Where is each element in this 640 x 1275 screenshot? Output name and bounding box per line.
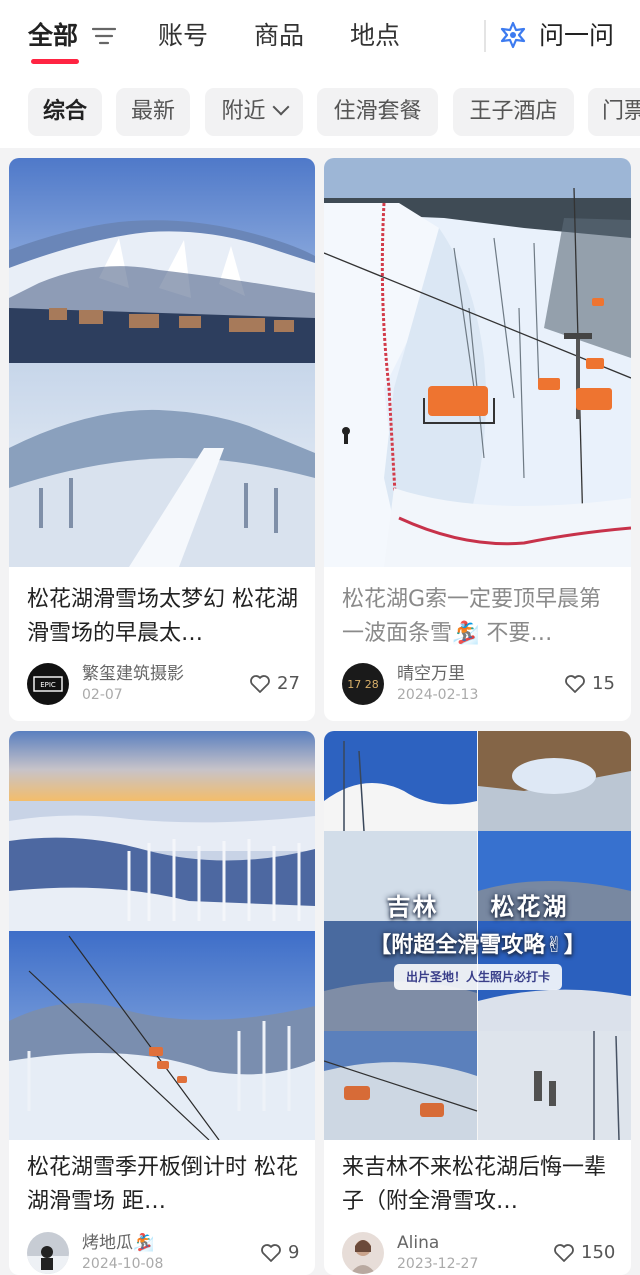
post-card[interactable]: 松花湖G索一定要顶早晨第一波面条雪🏂 不要… 17 28 晴空万里 2024-0… (324, 158, 631, 721)
chip-label: 附近 (221, 99, 266, 124)
like-count: 9 (288, 1242, 300, 1263)
tab-accounts[interactable]: 账号 (158, 18, 208, 54)
cover-tagline: 出片圣地！人生照片必打卡 (394, 964, 562, 990)
chip-prince-hotel[interactable]: 王子酒店 (453, 88, 574, 136)
post-card[interactable]: 吉林 松花湖 【附超全滑雪攻略✌】 出片圣地！人生照片必打卡 来吉林不来松花湖后悔… (324, 731, 631, 1275)
author-name[interactable]: 烤地瓜🏂 (82, 1232, 154, 1254)
cover-subheadline: 【附超全滑雪攻略✌】 (369, 933, 586, 958)
post-card[interactable]: 松花湖滑雪场太梦幻 松花湖滑雪场的早晨太… EPIC 繁玺建筑摄影 02-07 … (9, 158, 315, 721)
author-name[interactable]: 晴空万里 (397, 663, 465, 685)
chip-label: 最新 (130, 99, 175, 124)
avatar[interactable] (27, 1232, 69, 1274)
like-count: 15 (592, 673, 615, 694)
chip-label: 住滑套餐 (333, 99, 422, 124)
post-cover-image (9, 731, 315, 1140)
heart-outline-icon[interactable] (249, 674, 271, 694)
post-cover-image (9, 158, 315, 567)
ask-button[interactable]: 问一问 (539, 18, 614, 54)
post-date: 2024-02-13 (397, 687, 479, 703)
chip-nearby[interactable]: 附近 (205, 88, 303, 136)
tab-divider (484, 20, 486, 52)
post-title[interactable]: 来吉林不来松花湖后悔一辈子（附全滑雪攻… (342, 1151, 617, 1219)
post-date: 2023-12-27 (397, 1256, 479, 1272)
chip-latest[interactable]: 最新 (116, 88, 190, 136)
active-tab-indicator (31, 59, 79, 64)
tab-places[interactable]: 地点 (350, 18, 400, 54)
post-cover-image: 吉林 松花湖 【附超全滑雪攻略✌】 出片圣地！人生照片必打卡 (324, 731, 631, 1140)
avatar-logo-text: 17 28 (347, 678, 379, 691)
like-count: 27 (277, 673, 300, 694)
like-count: 150 (581, 1242, 616, 1263)
heart-outline-icon[interactable] (260, 1243, 282, 1263)
tab-all[interactable]: 全部 (28, 18, 78, 54)
avatar[interactable]: EPIC (27, 663, 69, 705)
author-name[interactable]: Alina (397, 1232, 439, 1254)
chip-label: 综合 (42, 99, 87, 124)
ask-star-icon[interactable] (499, 21, 527, 49)
filter-chip-bar: 综合 最新 附近 住滑套餐 王子酒店 门票 (0, 76, 640, 148)
cover-text-jilin: 吉林 (386, 893, 439, 921)
filter-icon[interactable] (92, 26, 116, 46)
post-title[interactable]: 松花湖G索一定要顶早晨第一波面条雪🏂 不要… (342, 583, 617, 651)
chip-lodging-ski-package[interactable]: 住滑套餐 (317, 88, 438, 136)
post-date: 02-07 (82, 687, 123, 703)
cover-text-songhua-lake: 松花湖 (490, 893, 569, 921)
heart-outline-icon[interactable] (553, 1243, 575, 1263)
avatar[interactable] (342, 1232, 384, 1274)
chip-label: 王子酒店 (469, 99, 558, 124)
post-card[interactable]: 松花湖雪季开板倒计时 松花湖滑雪场 距… 烤地瓜🏂 2024-10-08 9 (9, 731, 315, 1275)
post-date: 2024-10-08 (82, 1256, 164, 1272)
chip-tickets[interactable]: 门票 (588, 88, 640, 136)
tab-products[interactable]: 商品 (254, 18, 304, 54)
top-tab-bar: 全部 账号 商品 地点 问一问 (0, 0, 640, 76)
chip-label: 门票 (602, 99, 640, 124)
heart-outline-icon[interactable] (564, 674, 586, 694)
chip-comprehensive[interactable]: 综合 (28, 88, 102, 136)
author-name[interactable]: 繁玺建筑摄影 (82, 663, 184, 685)
chevron-down-icon (272, 98, 289, 116)
cover-headline: 吉林 松花湖 (324, 887, 631, 922)
post-title[interactable]: 松花湖滑雪场太梦幻 松花湖滑雪场的早晨太… (27, 583, 301, 651)
post-cover-image (324, 158, 631, 567)
avatar[interactable]: 17 28 (342, 663, 384, 705)
avatar-logo-text: EPIC (40, 681, 56, 689)
post-title[interactable]: 松花湖雪季开板倒计时 松花湖滑雪场 距… (27, 1151, 301, 1219)
